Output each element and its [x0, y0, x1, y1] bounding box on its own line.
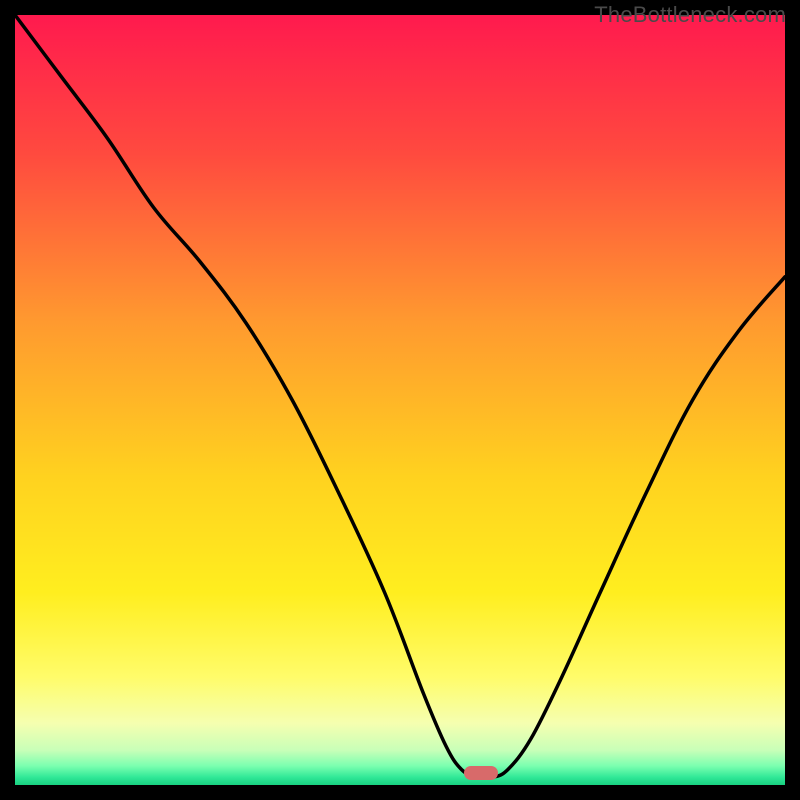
watermark-text: TheBottleneck.com — [594, 2, 786, 28]
optimum-marker — [464, 766, 498, 780]
chart-frame: TheBottleneck.com — [0, 0, 800, 800]
bottleneck-curve — [15, 15, 785, 785]
plot-area — [15, 15, 785, 785]
